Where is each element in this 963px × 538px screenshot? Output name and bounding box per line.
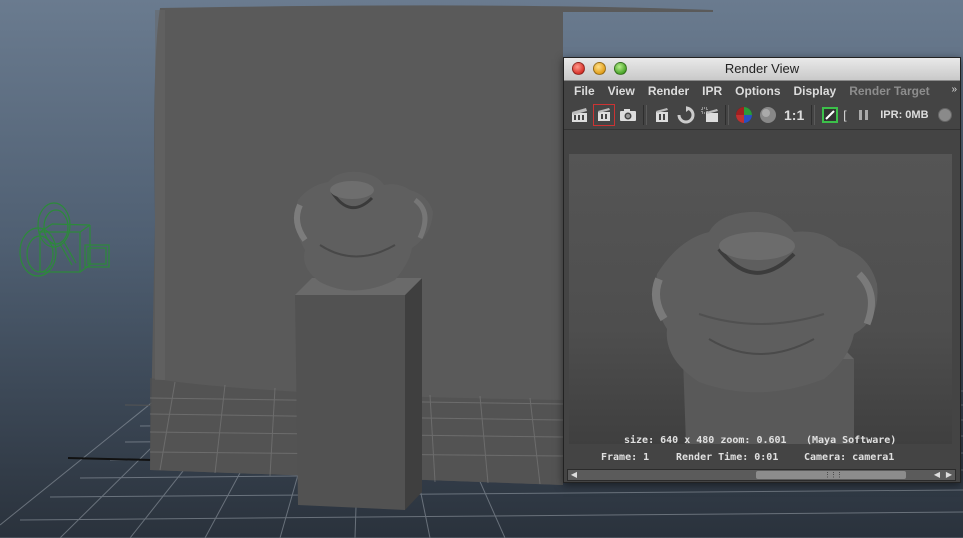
title-bar[interactable]: Render View <box>564 58 960 81</box>
pedestal <box>295 295 405 510</box>
scroll-left-icon[interactable]: ◀ <box>569 470 579 480</box>
refresh-ipr-icon[interactable] <box>675 104 697 126</box>
menu-file[interactable]: File <box>568 84 602 98</box>
frame-text: Frame: 1 <box>601 452 650 463</box>
rendered-image[interactable] <box>569 154 952 444</box>
render-view-window: Render View File View Render IPR Options… <box>563 57 961 483</box>
rgb-channels-icon[interactable] <box>733 104 755 126</box>
toolbar: 1:1 [ IPR: 0MB <box>564 101 960 130</box>
ipr-indicator-icon <box>934 104 956 126</box>
keep-image-icon[interactable] <box>819 104 841 126</box>
render-region-icon[interactable] <box>699 104 721 126</box>
menu-overflow-icon[interactable]: » <box>951 84 957 95</box>
size-zoom-text: size: 640 x 480 zoom: 0.601 <box>624 435 787 446</box>
menu-view[interactable]: View <box>602 84 642 98</box>
scroll-left-2-icon[interactable]: ◀ <box>932 470 942 480</box>
scroll-right-icon[interactable]: ▶ <box>944 470 954 480</box>
scrollbar-thumb[interactable]: ⋮⋮⋮ <box>756 471 906 479</box>
snapshot-camera-icon[interactable] <box>617 104 639 126</box>
camera-text: Camera: camera1 <box>804 452 895 463</box>
window-title: Render View <box>724 61 800 76</box>
render-time-text: Render Time: 0:01 <box>676 452 779 463</box>
menu-bar: File View Render IPR Options Display Ren… <box>564 81 960 101</box>
menu-display[interactable]: Display <box>788 84 844 98</box>
render-clapper-icon[interactable] <box>569 104 591 126</box>
ipr-clapper-icon[interactable] <box>651 104 673 126</box>
toolbar-separator <box>811 105 816 125</box>
redo-render-icon[interactable] <box>593 104 615 126</box>
rendered-image-canvas <box>651 211 878 444</box>
grip-icon: ⋮⋮⋮ <box>824 472 843 479</box>
ipr-memory-label: IPR: 0MB <box>880 109 929 121</box>
renderer-text: (Maya Software) <box>806 435 897 446</box>
menu-ipr[interactable]: IPR <box>696 84 729 98</box>
menu-options[interactable]: Options <box>729 84 787 98</box>
menu-render-target: Render Target <box>849 84 930 98</box>
horizontal-scrollbar[interactable]: ◀ ⋮⋮⋮ ◀ ▶ <box>567 469 956 481</box>
toolbar-separator <box>725 105 729 125</box>
bracket-label: [ <box>843 108 847 122</box>
menu-render[interactable]: Render <box>642 84 696 98</box>
toolbar-separator <box>643 105 647 125</box>
pause-icon[interactable] <box>853 104 875 126</box>
ratio-button[interactable]: 1:1 <box>781 107 807 123</box>
camera-wireframe <box>19 202 110 277</box>
alpha-channel-icon[interactable] <box>757 104 779 126</box>
